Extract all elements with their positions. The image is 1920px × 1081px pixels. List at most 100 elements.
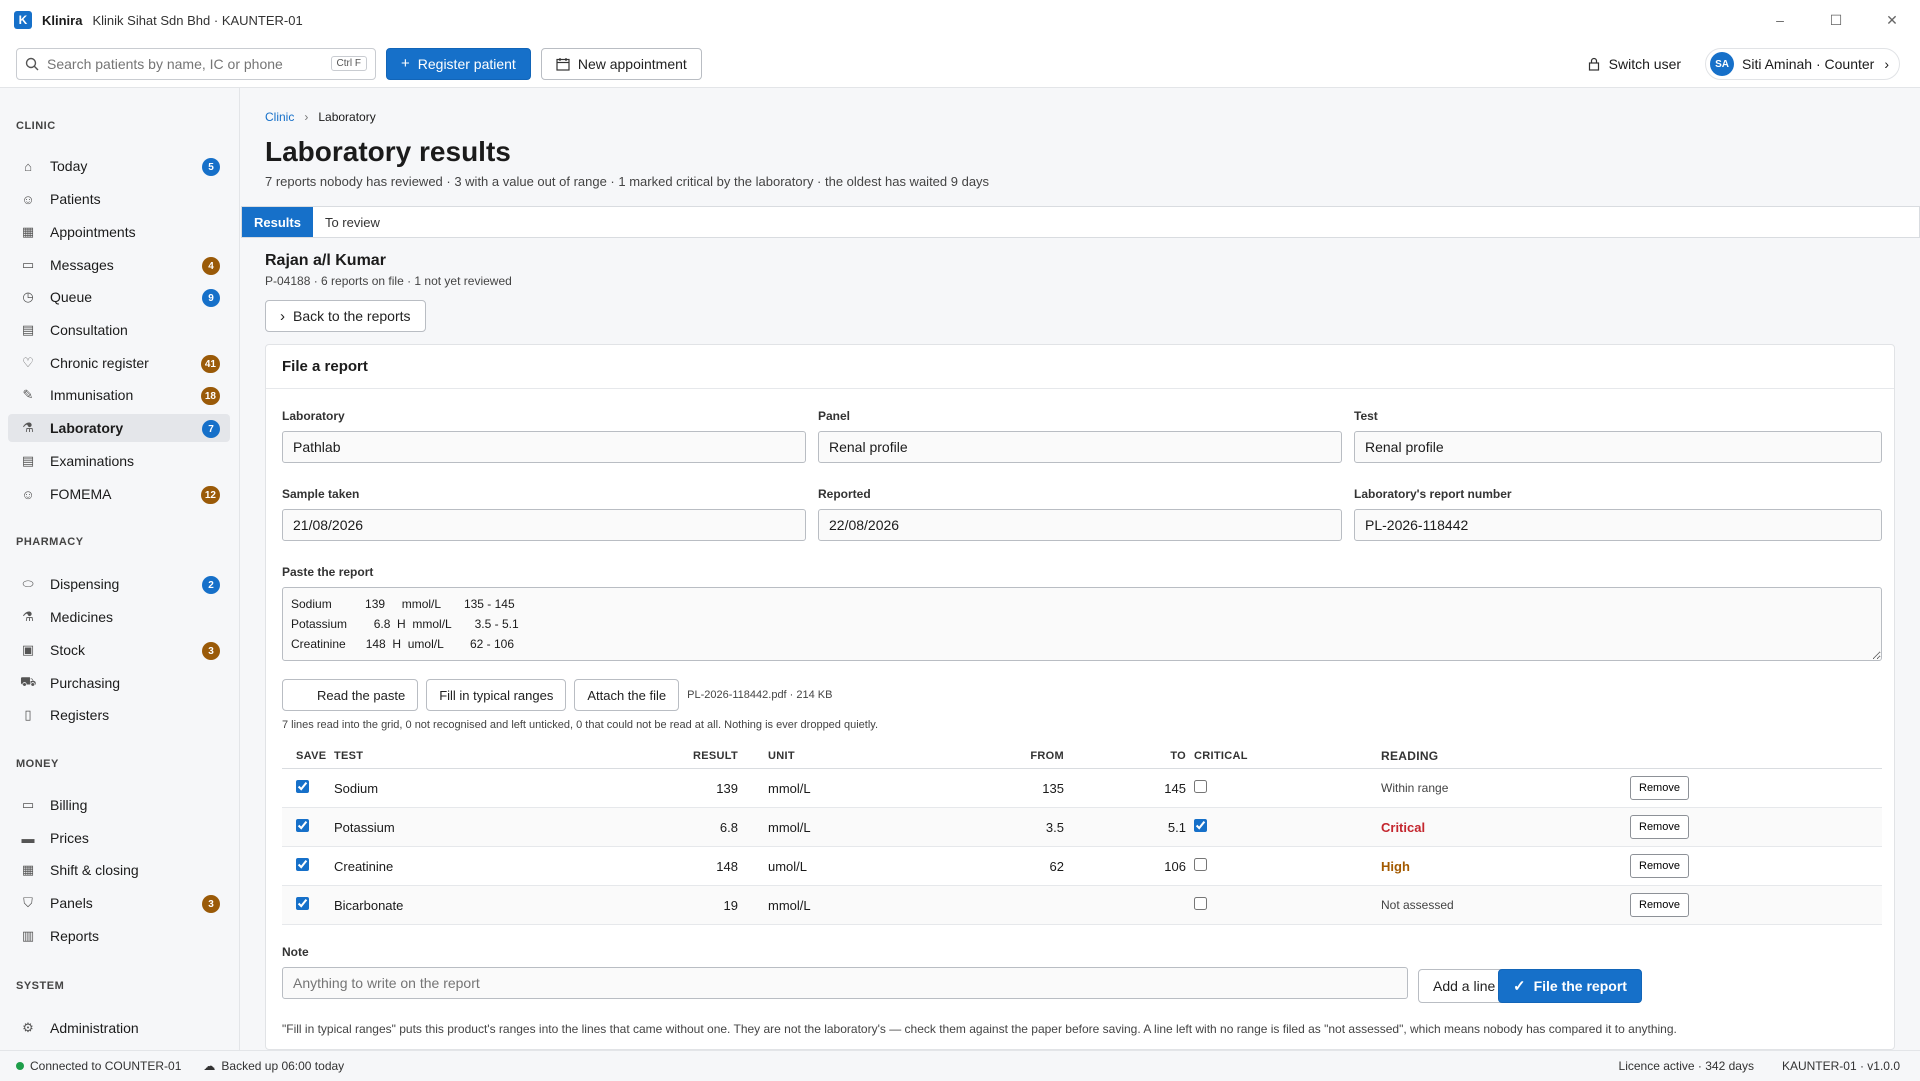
sidebar-item-reports[interactable]: ▥ Reports: [8, 922, 230, 950]
reported-field[interactable]: [818, 509, 1342, 541]
sidebar-item-label: Billing: [50, 797, 88, 813]
sidebar-item-prices[interactable]: ▬ Prices: [8, 824, 230, 852]
sidebar-item-laboratory[interactable]: ⚗ Laboratory 7: [8, 414, 230, 442]
sidebar-item-consultation[interactable]: ▤ Consultation: [8, 316, 230, 344]
chat-icon: ▭: [21, 257, 35, 272]
nav-section-money: MONEY: [16, 758, 59, 770]
count-badge: 18: [200, 387, 220, 405]
search-box[interactable]: Ctrl F: [16, 47, 376, 80]
sidebar-item-billing[interactable]: ▭ Billing: [8, 791, 230, 819]
sidebar-item-label: Registers: [50, 707, 110, 723]
note-input[interactable]: [282, 967, 1408, 999]
panel-field[interactable]: [818, 431, 1342, 463]
range-to[interactable]: 5.1: [1064, 820, 1186, 835]
laboratory-field[interactable]: [282, 431, 806, 463]
sidebar-item-chronic-register[interactable]: ♡ Chronic register 41: [8, 349, 230, 377]
people-icon: ☺: [21, 486, 35, 502]
unit-value[interactable]: mmol/L: [738, 781, 888, 796]
back-to-reports-button[interactable]: › Back to the reports: [265, 300, 426, 332]
unit-value[interactable]: mmol/L: [738, 820, 888, 835]
sidebar-item-stock[interactable]: ▣ Stock 3: [8, 636, 230, 664]
header-unit: UNIT: [768, 749, 795, 762]
flask-icon: ⚗: [22, 420, 34, 435]
unit-value[interactable]: mmol/L: [738, 898, 888, 913]
sidebar-item-appointments[interactable]: ▦ Appointments: [8, 218, 230, 246]
sidebar-item-registers[interactable]: ▯ Registers: [8, 701, 230, 729]
file-report-label: File the report: [1533, 978, 1627, 994]
patient-meta: P-04188 · 6 reports on file · 1 not yet …: [265, 274, 512, 288]
sidebar-item-examinations[interactable]: ▤ Examinations: [8, 447, 230, 475]
result-value[interactable]: 139: [664, 781, 738, 796]
critical-checkbox[interactable]: [1194, 819, 1207, 832]
minimize-icon[interactable]: –: [1752, 0, 1808, 40]
sidebar-item-immunisation[interactable]: ✎ Immunisation 18: [8, 381, 230, 409]
sidebar-item-label: Dispensing: [50, 576, 120, 592]
grid-body: Sodium 139 mmol/L 135 145 Within range Remove P…: [282, 769, 1882, 925]
sidebar-item-panels[interactable]: ⛉ Panels 3: [8, 889, 230, 917]
sidebar-item-fomema[interactable]: ☺ FOMEMA 12: [8, 480, 230, 508]
action-cell: Remove: [1630, 776, 1730, 800]
sidebar-item-medicines[interactable]: ⚗ Medicines: [8, 603, 230, 631]
critical-checkbox[interactable]: [1194, 780, 1207, 793]
maximize-icon[interactable]: ☐: [1808, 0, 1864, 40]
user-menu[interactable]: SA Siti Aminah · Counter ›: [1705, 48, 1900, 80]
attached-file-info: PL-2026-118442.pdf · 214 KB: [687, 689, 833, 701]
new-appointment-button[interactable]: New appointment: [540, 47, 702, 80]
sidebar-item-administration[interactable]: ⚙ Administration: [8, 1014, 230, 1042]
breadcrumb-clinic[interactable]: Clinic: [265, 110, 294, 124]
table-row: Sodium 139 mmol/L 135 145 Within range Remove: [282, 769, 1882, 808]
calendar-icon: [556, 57, 570, 71]
critical-cell: [1186, 897, 1381, 913]
save-checkbox[interactable]: [296, 858, 309, 871]
count-badge: 12: [200, 486, 220, 504]
tab-to-review[interactable]: To review: [313, 207, 392, 237]
range-from[interactable]: 62: [888, 859, 1064, 874]
remove-button[interactable]: Remove: [1630, 854, 1689, 878]
sidebar-item-today[interactable]: ⌂ Today 5: [8, 152, 230, 180]
book-icon: ▯: [24, 707, 32, 722]
critical-checkbox[interactable]: [1194, 897, 1207, 910]
remove-button[interactable]: Remove: [1630, 776, 1689, 800]
sidebar-item-purchasing[interactable]: ⛟ Purchasing: [8, 669, 230, 697]
save-checkbox[interactable]: [296, 819, 309, 832]
range-to[interactable]: 145: [1064, 781, 1186, 796]
sidebar-item-patients[interactable]: ☺ Patients: [8, 185, 230, 213]
critical-cell: [1186, 858, 1381, 874]
sidebar-item-shift-closing[interactable]: ▦ Shift & closing: [8, 856, 230, 884]
remove-button[interactable]: Remove: [1630, 815, 1689, 839]
save-checkbox[interactable]: [296, 780, 309, 793]
sidebar-item-label: Chronic register: [50, 355, 149, 371]
tab-results[interactable]: Results: [242, 207, 313, 237]
test-name: Sodium: [334, 780, 379, 796]
result-value[interactable]: 148: [664, 859, 738, 874]
table-row: Bicarbonate 19 mmol/L Not assessed Remove: [282, 886, 1882, 925]
add-line-button[interactable]: Add a line: [1418, 969, 1511, 1003]
sidebar-item-queue[interactable]: ◷ Queue 9: [8, 283, 230, 311]
sidebar-item-dispensing[interactable]: ⬭ Dispensing 2: [8, 570, 230, 598]
register-patient-button[interactable]: + Register patient: [386, 47, 531, 80]
report-number-field[interactable]: [1354, 509, 1882, 541]
sidebar-item-messages[interactable]: ▭ Messages 4: [8, 251, 230, 279]
switch-user-button[interactable]: Switch user: [1587, 56, 1681, 72]
search-input[interactable]: [47, 55, 331, 72]
test-field[interactable]: [1354, 431, 1882, 463]
range-from[interactable]: 135: [888, 781, 1064, 796]
range-to[interactable]: 106: [1064, 859, 1186, 874]
attach-file-button[interactable]: Attach the file: [574, 679, 680, 711]
test-name: Potassium: [334, 819, 395, 835]
remove-button[interactable]: Remove: [1630, 893, 1689, 917]
file-report-button[interactable]: ✓ File the report: [1498, 969, 1642, 1003]
sample-taken-field[interactable]: [282, 509, 806, 541]
unit-value[interactable]: umol/L: [738, 859, 888, 874]
result-value[interactable]: 19: [664, 898, 738, 913]
save-checkbox[interactable]: [296, 897, 309, 910]
close-icon[interactable]: ✕: [1864, 0, 1920, 40]
range-from[interactable]: 3.5: [888, 820, 1064, 835]
fill-ranges-button[interactable]: Fill in typical ranges: [426, 679, 567, 711]
paste-report-textarea[interactable]: Sodium 139 mmol/L 135 - 145 Potassium 6.…: [282, 587, 1882, 661]
critical-checkbox[interactable]: [1194, 858, 1207, 871]
sidebar-item-label: Patients: [50, 191, 101, 207]
read-paste-button[interactable]: Read the paste: [282, 679, 419, 711]
result-value[interactable]: 6.8: [664, 820, 738, 835]
reading-status: Within range: [1381, 781, 1449, 795]
